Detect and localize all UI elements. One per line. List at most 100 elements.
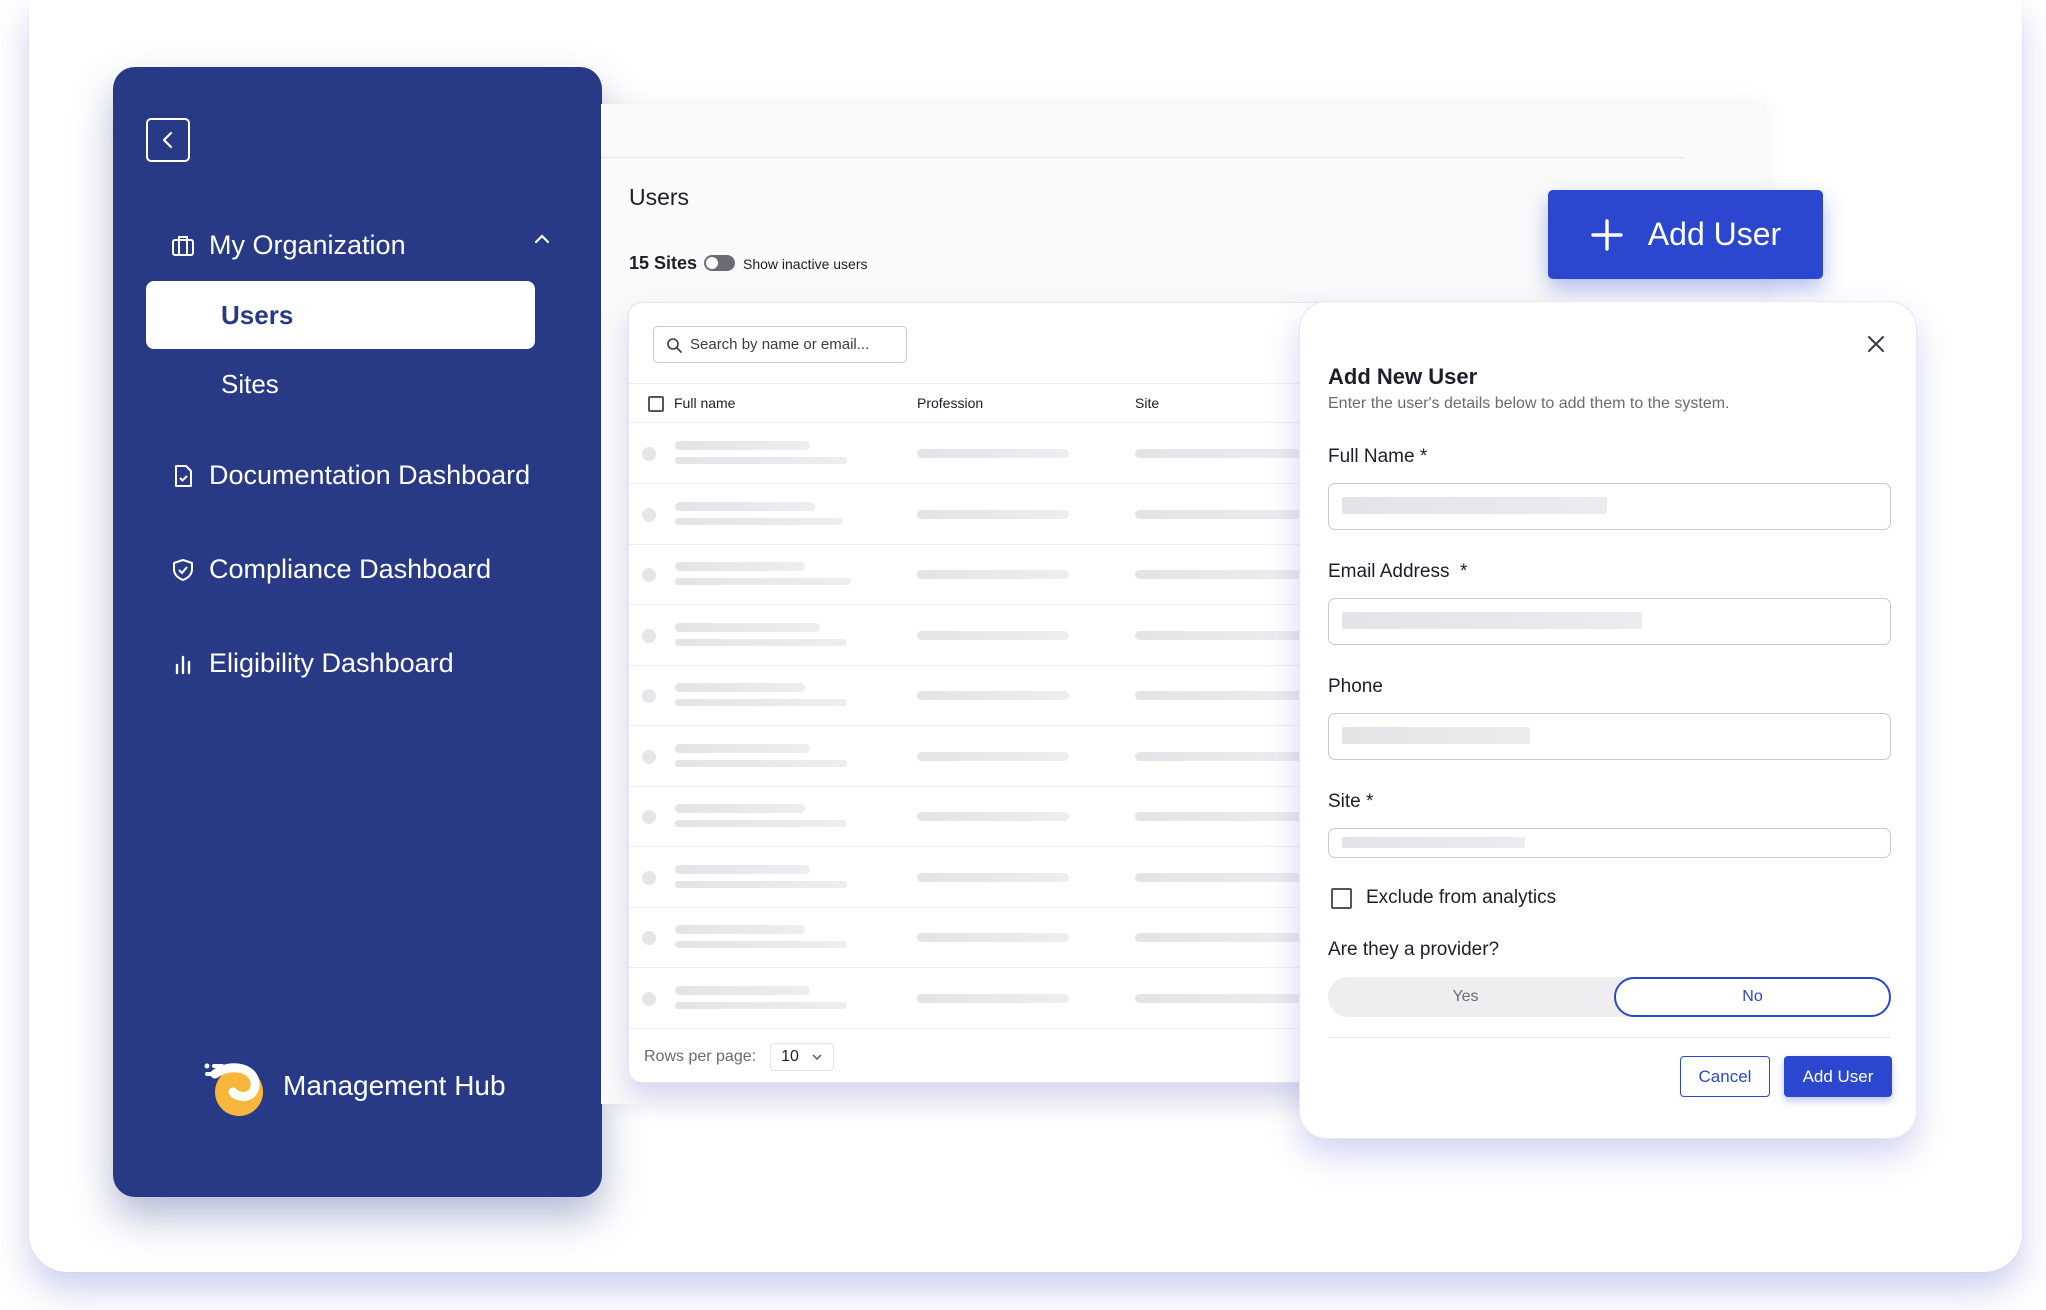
table-row[interactable] [629, 908, 1327, 968]
table-row[interactable] [629, 666, 1327, 726]
column-header-full-name[interactable]: Full name [674, 395, 735, 411]
placeholder-bar [917, 691, 1069, 700]
divider [1328, 1037, 1891, 1038]
show-inactive-toggle[interactable] [704, 255, 735, 271]
placeholder-bar [917, 933, 1069, 942]
bar-chart-icon [171, 652, 195, 676]
provider-question: Are they a provider? [1328, 939, 1500, 960]
placeholder-bar [675, 683, 805, 692]
full-name-field[interactable] [1328, 483, 1891, 530]
close-icon[interactable] [1866, 334, 1886, 359]
search-placeholder: Search by name or email... [690, 336, 870, 353]
phone-field[interactable] [1328, 713, 1891, 760]
exclude-analytics-label: Exclude from analytics [1366, 887, 1557, 908]
nav-label: Users [221, 299, 294, 330]
modal-title: Add New User [1328, 364, 1478, 389]
nav-label: Compliance Dashboard [209, 554, 492, 584]
placeholder-bar [675, 517, 843, 525]
table-row[interactable] [629, 485, 1327, 545]
row-select-radio[interactable] [642, 628, 656, 643]
nav-label: Documentation Dashboard [209, 460, 531, 490]
sidebar: My Organization Users Sites Documentatio… [113, 67, 602, 1197]
table-row[interactable] [629, 545, 1327, 605]
row-select-radio[interactable] [642, 810, 656, 824]
select-all-checkbox[interactable] [648, 396, 664, 412]
phone-label: Phone [1328, 676, 1383, 697]
placeholder-bar [675, 820, 847, 827]
search-input[interactable]: Search by name or email... [653, 326, 907, 363]
table-row[interactable] [629, 727, 1327, 787]
site-select[interactable] [1328, 828, 1891, 858]
placeholder-bar [675, 880, 847, 888]
submit-add-user-button[interactable]: Add User [1784, 1056, 1892, 1097]
nav-eligibility-dashboard[interactable]: Eligibility Dashboard [171, 648, 454, 679]
rows-per-page-select[interactable]: 10 [770, 1043, 834, 1071]
chevron-down-icon [812, 1054, 822, 1061]
nav-label: My Organization [209, 230, 406, 260]
placeholder-bar [917, 872, 1069, 882]
brand-logo-icon [204, 1063, 263, 1116]
chevron-up-icon[interactable] [533, 230, 551, 253]
table-row[interactable] [629, 787, 1327, 847]
provider-segmented-control: Yes No [1328, 977, 1891, 1017]
placeholder-bar [917, 630, 1069, 640]
cancel-button[interactable]: Cancel [1680, 1056, 1770, 1097]
collapse-sidebar-button[interactable] [146, 118, 190, 162]
placeholder-bar [675, 622, 820, 632]
shield-check-icon [171, 558, 195, 582]
divider [601, 157, 1685, 158]
row-select-radio[interactable] [642, 507, 656, 522]
placeholder-bar [675, 562, 805, 571]
email-field[interactable] [1328, 598, 1891, 645]
row-select-radio[interactable] [642, 870, 656, 885]
plus-icon [1591, 218, 1623, 251]
nav-users[interactable]: Users [146, 281, 535, 349]
placeholder-bar [675, 925, 805, 934]
modal-subtitle: Enter the user's details below to add th… [1328, 395, 1730, 412]
exclude-analytics-checkbox[interactable] [1331, 887, 1352, 909]
column-header-profession[interactable]: Profession [917, 395, 983, 411]
building-icon [171, 234, 195, 258]
exclude-analytics-row[interactable]: Exclude from analytics [1331, 887, 1556, 909]
placeholder-bar [1342, 727, 1530, 744]
table-row[interactable] [629, 606, 1327, 666]
placeholder-bar [1342, 612, 1642, 629]
placeholder-bar [917, 570, 1069, 579]
placeholder-bar [675, 578, 851, 585]
row-select-radio[interactable] [642, 991, 656, 1006]
placeholder-bar [917, 509, 1069, 519]
placeholder-bar [675, 804, 805, 813]
placeholder-bar [917, 993, 1069, 1003]
placeholder-bar [917, 449, 1069, 458]
nav-sites[interactable]: Sites [221, 369, 279, 400]
add-user-label: Add User [1647, 216, 1782, 252]
email-label: Email Address * [1328, 561, 1468, 582]
site-label: Site * [1328, 791, 1374, 812]
row-select-radio[interactable] [642, 447, 656, 461]
rows-per-page-value: 10 [781, 1048, 799, 1065]
nav-compliance-dashboard[interactable]: Compliance Dashboard [171, 554, 491, 585]
add-user-button[interactable]: Add User [1548, 190, 1823, 279]
table-header: Full name Profession Site [629, 383, 1327, 423]
users-table-card: Search by name or email... Full name Pro… [628, 302, 1328, 1083]
sites-count: 15 Sites [629, 253, 698, 273]
nav-label: Eligibility Dashboard [209, 648, 454, 678]
row-select-radio[interactable] [642, 689, 656, 703]
rows-per-page-label: Rows per page: [644, 1048, 757, 1065]
add-user-modal: Add New User Enter the user's details be… [1299, 301, 1917, 1139]
brand: Management Hub [201, 1052, 506, 1120]
nav-documentation-dashboard[interactable]: Documentation Dashboard [171, 460, 530, 491]
placeholder-bar [675, 941, 847, 948]
table-row[interactable] [629, 848, 1327, 908]
provider-no-option[interactable]: No [1614, 977, 1891, 1017]
placeholder-bar [675, 864, 810, 874]
row-select-radio[interactable] [642, 749, 656, 764]
provider-yes-option[interactable]: Yes [1328, 977, 1603, 1017]
row-select-radio[interactable] [642, 931, 656, 945]
table-row[interactable] [629, 969, 1327, 1029]
nav-my-organization[interactable]: My Organization [171, 230, 406, 261]
table-row[interactable] [629, 424, 1327, 484]
row-select-radio[interactable] [642, 568, 656, 582]
column-header-site[interactable]: Site [1135, 395, 1159, 411]
full-name-label: Full Name * [1328, 446, 1428, 467]
